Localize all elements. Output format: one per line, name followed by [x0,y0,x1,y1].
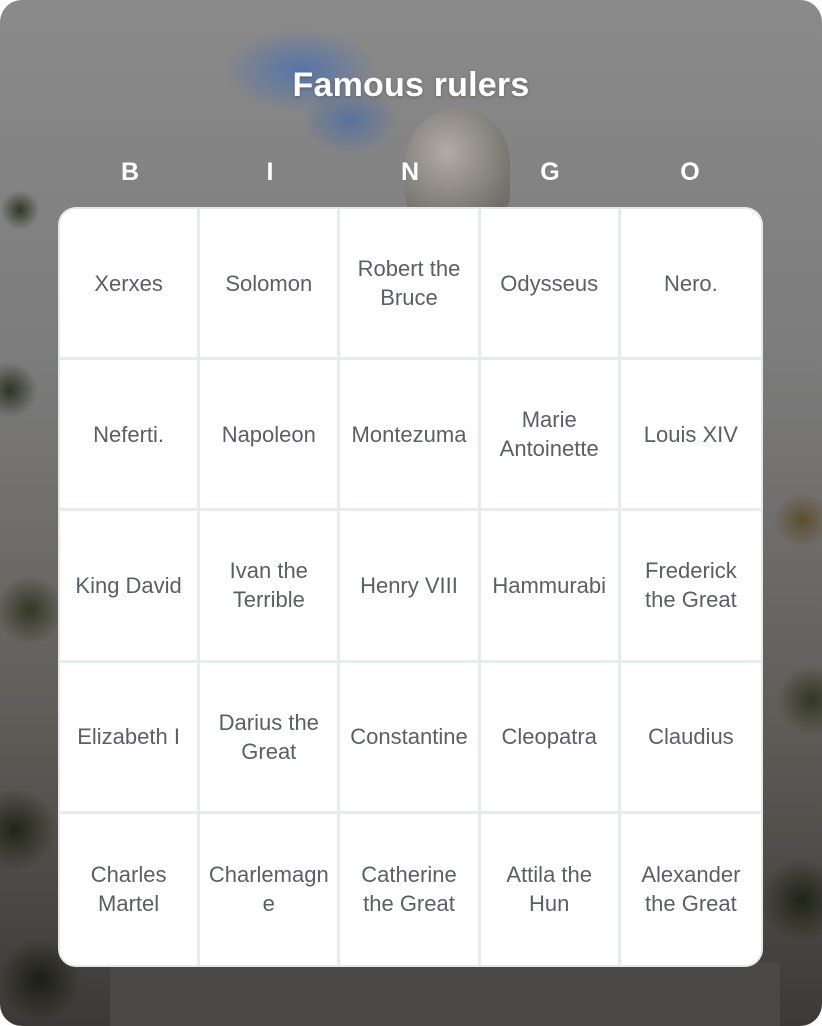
bingo-cell[interactable]: Louis XIV [620,360,761,512]
bingo-cell[interactable]: Frederick the Great [620,511,761,663]
header-letter-n: N [400,158,420,186]
cell-label: Frederick the Great [645,558,737,613]
cell-label: Alexander the Great [641,862,741,917]
cell-label: King David [75,572,182,598]
bingo-cell[interactable]: Charles Martel [60,813,201,965]
bingo-cell[interactable]: Marie Antoinette [480,360,621,512]
cell-label: Elizabeth I [77,724,180,750]
cell-label: Charles Martel [90,862,167,917]
cell-label: Catherine the Great [361,862,457,917]
cell-label: Attila the Hun [506,862,592,917]
cell-label: Neferti. [93,421,165,447]
cell-label: Hammurabi [492,572,607,598]
cell-label: Darius the Great [218,709,319,764]
bingo-cell[interactable]: Cleopatra [480,662,621,814]
cell-label: Constantine [350,724,468,750]
bingo-cell[interactable]: Charlemagne [200,813,341,965]
bingo-cell[interactable]: Constantine [340,662,481,814]
bingo-cell[interactable]: Napoleon [200,360,341,512]
bingo-cell[interactable]: Catherine the Great [340,813,481,965]
bingo-cell[interactable]: Alexander the Great [621,814,761,965]
cell-label: Marie Antoinette [499,407,599,462]
header-letter-i: I [266,158,274,186]
header-letter-b: B [120,158,140,186]
bingo-cell[interactable]: Henry VIII [340,511,481,663]
cell-label: Robert the Bruce [357,256,461,311]
cell-label: Nero. [663,270,718,296]
cell-label: Charlemagne [208,862,329,917]
bingo-board: Xerxes Solomon Robert the Bruce Odysseus… [60,209,761,965]
bingo-cell[interactable]: King David [60,511,201,663]
cell-label: Montezuma [351,421,467,447]
bingo-cell[interactable]: Odysseus [480,209,621,361]
bingo-cell[interactable]: Attila the Hun [481,813,621,965]
cell-label: Ivan the Terrible [229,558,308,613]
header-letter-o: O [680,158,700,186]
cell-label: Xerxes [94,270,163,296]
bingo-cell[interactable]: Elizabeth I [60,662,201,814]
bingo-cell[interactable]: Neferti. [60,360,201,512]
bingo-header: B I N G O [60,154,760,190]
bingo-card: Famous rulers B I N G O Xerxes Solomon R… [0,0,822,1026]
cell-label: Cleopatra [501,724,597,750]
bingo-cell[interactable]: Hammurabi [480,511,621,663]
cell-label: Napoleon [221,421,316,447]
bingo-cell[interactable]: Nero. [620,209,761,361]
bingo-cell[interactable]: Darius the Great [200,662,341,814]
cell-label: Solomon [225,270,313,296]
bingo-cell[interactable]: Claudius [620,663,761,814]
background-pedestal [110,962,780,1026]
bingo-cell[interactable]: Montezuma [340,360,481,512]
card-title: Famous rulers [292,66,530,104]
bingo-cell[interactable]: Robert the Bruce [340,209,481,361]
bingo-cell[interactable]: Solomon [200,209,341,361]
cell-label: Odysseus [500,270,599,296]
header-letter-g: G [540,158,560,186]
cell-label: Louis XIV [643,421,738,447]
cell-label: Claudius [648,724,734,750]
bingo-cell[interactable]: Xerxes [60,209,201,361]
cell-label: Henry VIII [360,572,458,598]
bingo-cell[interactable]: Ivan the Terrible [200,511,341,663]
